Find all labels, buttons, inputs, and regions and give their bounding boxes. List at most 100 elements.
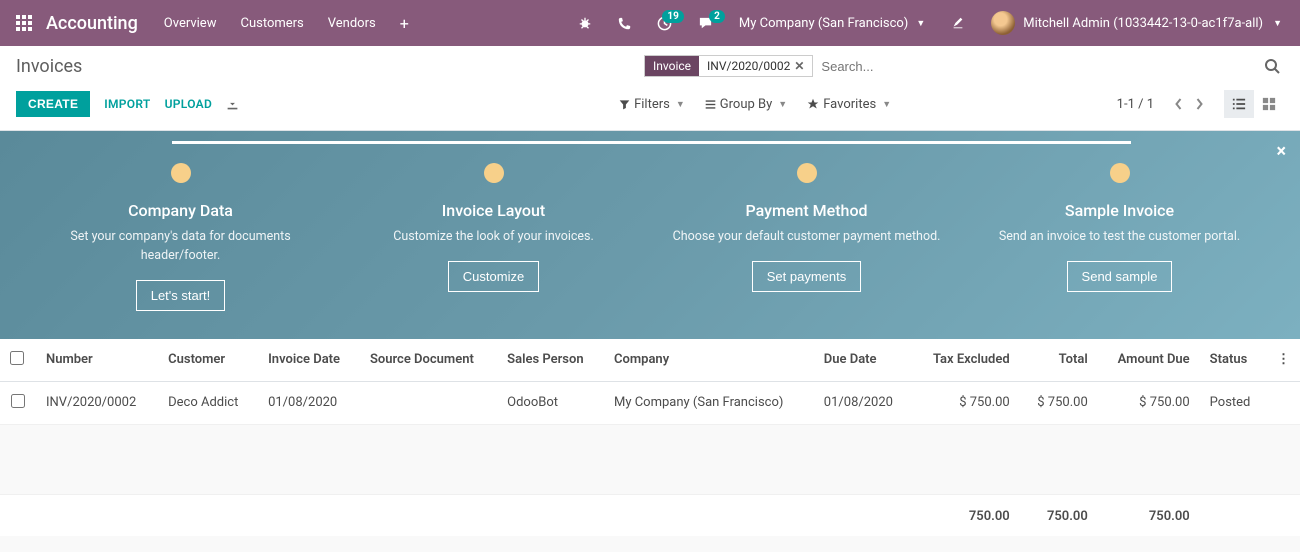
cell-source [360,381,497,424]
invoice-list-table: Number Customer Invoice Date Source Docu… [0,339,1300,536]
col-tax-excl[interactable]: Tax Excluded [913,339,1020,382]
step-title: Sample Invoice [963,201,1276,220]
pager-next-icon[interactable] [1191,95,1208,113]
pager[interactable]: 1-1 / 1 [1117,97,1154,112]
caret-down-icon: ▼ [1273,18,1282,29]
step-title: Company Data [24,201,337,220]
phone-icon[interactable] [608,11,641,36]
onboarding-step-sample: Sample Invoice Send an invoice to test t… [963,163,1276,311]
download-icon[interactable] [226,98,239,111]
cell-total: $ 750.00 [1020,381,1098,424]
favorites-button[interactable]: Favorites ▼ [807,97,891,112]
optional-columns-icon[interactable]: ⋮ [1267,339,1300,382]
import-button[interactable]: IMPORT [104,97,150,111]
col-total[interactable]: Total [1020,339,1098,382]
nav-customers[interactable]: Customers [228,16,315,31]
step-desc: Send an invoice to test the customer por… [963,228,1276,247]
col-status[interactable]: Status [1200,339,1267,382]
col-number[interactable]: Number [36,339,158,382]
filters-button[interactable]: Filters ▼ [619,97,685,112]
onboarding-step-company: Company Data Set your company's data for… [24,163,337,311]
upload-button[interactable]: UPLOAD [165,97,212,111]
col-due-date[interactable]: Due Date [814,339,913,382]
step-dot-icon [1110,163,1130,183]
apps-icon[interactable] [8,15,40,31]
step-title: Payment Method [650,201,963,220]
breadcrumb: Invoices [16,56,644,77]
kanban-view-icon[interactable] [1254,90,1284,118]
list-view-icon[interactable] [1224,90,1254,118]
col-salesperson[interactable]: Sales Person [497,339,604,382]
user-name: Mitchell Admin (1033442-13-0-ac1f7a-all) [1023,16,1263,31]
cell-status: Posted [1200,381,1267,424]
create-button[interactable]: CREATE [16,91,90,117]
nav-vendors[interactable]: Vendors [316,16,388,31]
col-company[interactable]: Company [604,339,814,382]
caret-down-icon: ▼ [676,99,685,110]
step-desc: Customize the look of your invoices. [337,228,650,247]
facet-remove-icon[interactable]: ✕ [794,59,804,73]
step-desc: Set your company's data for documents he… [24,228,337,266]
nav-overview[interactable]: Overview [152,16,229,31]
activities-badge: 19 [662,10,683,23]
new-menu-icon[interactable]: + [388,14,421,33]
activities-icon[interactable]: 19 [647,10,682,37]
search-view: Invoice INV/2020/0002 ✕ [644,54,1284,78]
filters-label: Filters [634,97,670,112]
search-facet: Invoice INV/2020/0002 ✕ [644,55,813,77]
cell-salesperson: OdooBot [497,381,604,424]
step-desc: Choose your default customer payment met… [650,228,963,247]
discuss-badge: 2 [709,10,725,23]
company-name: My Company (San Francisco) [739,16,908,31]
user-menu[interactable]: Mitchell Admin (1033442-13-0-ac1f7a-all)… [981,7,1292,39]
groupby-button[interactable]: Group By ▼ [705,97,787,112]
select-all-checkbox[interactable] [10,351,24,365]
col-invoice-date[interactable]: Invoice Date [258,339,360,382]
control-panel: Invoices Invoice INV/2020/0002 ✕ CREATE … [0,46,1300,131]
search-icon[interactable] [1260,54,1284,78]
company-selector[interactable]: My Company (San Francisco) ▼ [729,10,935,37]
cell-invoice-date: 01/08/2020 [258,381,360,424]
pager-prev-icon[interactable] [1170,95,1187,113]
cell-number: INV/2020/0002 [36,381,158,424]
discuss-icon[interactable]: 2 [688,10,723,37]
search-input[interactable] [813,55,1260,78]
caret-down-icon: ▼ [882,99,891,110]
lets-start-button[interactable]: Let's start! [136,280,226,311]
col-amount-due[interactable]: Amount Due [1098,339,1200,382]
step-dot-icon [797,163,817,183]
caret-down-icon: ▼ [916,18,925,29]
favorites-label: Favorites [823,97,876,112]
step-dot-icon [171,163,191,183]
settings-icon[interactable] [941,10,975,36]
cell-due-date: 01/08/2020 [814,381,913,424]
footer-total: 750.00 [1020,494,1098,536]
cell-company: My Company (San Francisco) [604,381,814,424]
onboarding-banner: × Company Data Set your company's data f… [0,131,1300,339]
table-footer: 750.00 750.00 750.00 [0,494,1300,536]
footer-tax-excl: 750.00 [913,494,1020,536]
cell-customer: Deco Addict [158,381,258,424]
send-sample-button[interactable]: Send sample [1067,261,1173,292]
caret-down-icon: ▼ [778,99,787,110]
avatar [991,11,1015,35]
cell-tax-excl: $ 750.00 [913,381,1020,424]
table-row[interactable]: INV/2020/0002 Deco Addict 01/08/2020 Odo… [0,381,1300,424]
col-source[interactable]: Source Document [360,339,497,382]
groupby-label: Group By [720,97,773,112]
facet-value: INV/2020/0002 [707,59,790,73]
debug-icon[interactable] [568,10,602,36]
footer-amount-due: 750.00 [1098,494,1200,536]
close-icon[interactable]: × [1276,141,1286,162]
step-dot-icon [484,163,504,183]
set-payments-button[interactable]: Set payments [752,261,862,292]
facet-label: Invoice [645,56,699,76]
row-checkbox[interactable] [11,394,25,408]
cell-amount-due: $ 750.00 [1098,381,1200,424]
customize-button[interactable]: Customize [448,261,539,292]
col-customer[interactable]: Customer [158,339,258,382]
top-navbar: Accounting Overview Customers Vendors + … [0,0,1300,46]
onboarding-step-layout: Invoice Layout Customize the look of you… [337,163,650,311]
onboarding-step-payment: Payment Method Choose your default custo… [650,163,963,311]
app-brand[interactable]: Accounting [40,13,152,34]
